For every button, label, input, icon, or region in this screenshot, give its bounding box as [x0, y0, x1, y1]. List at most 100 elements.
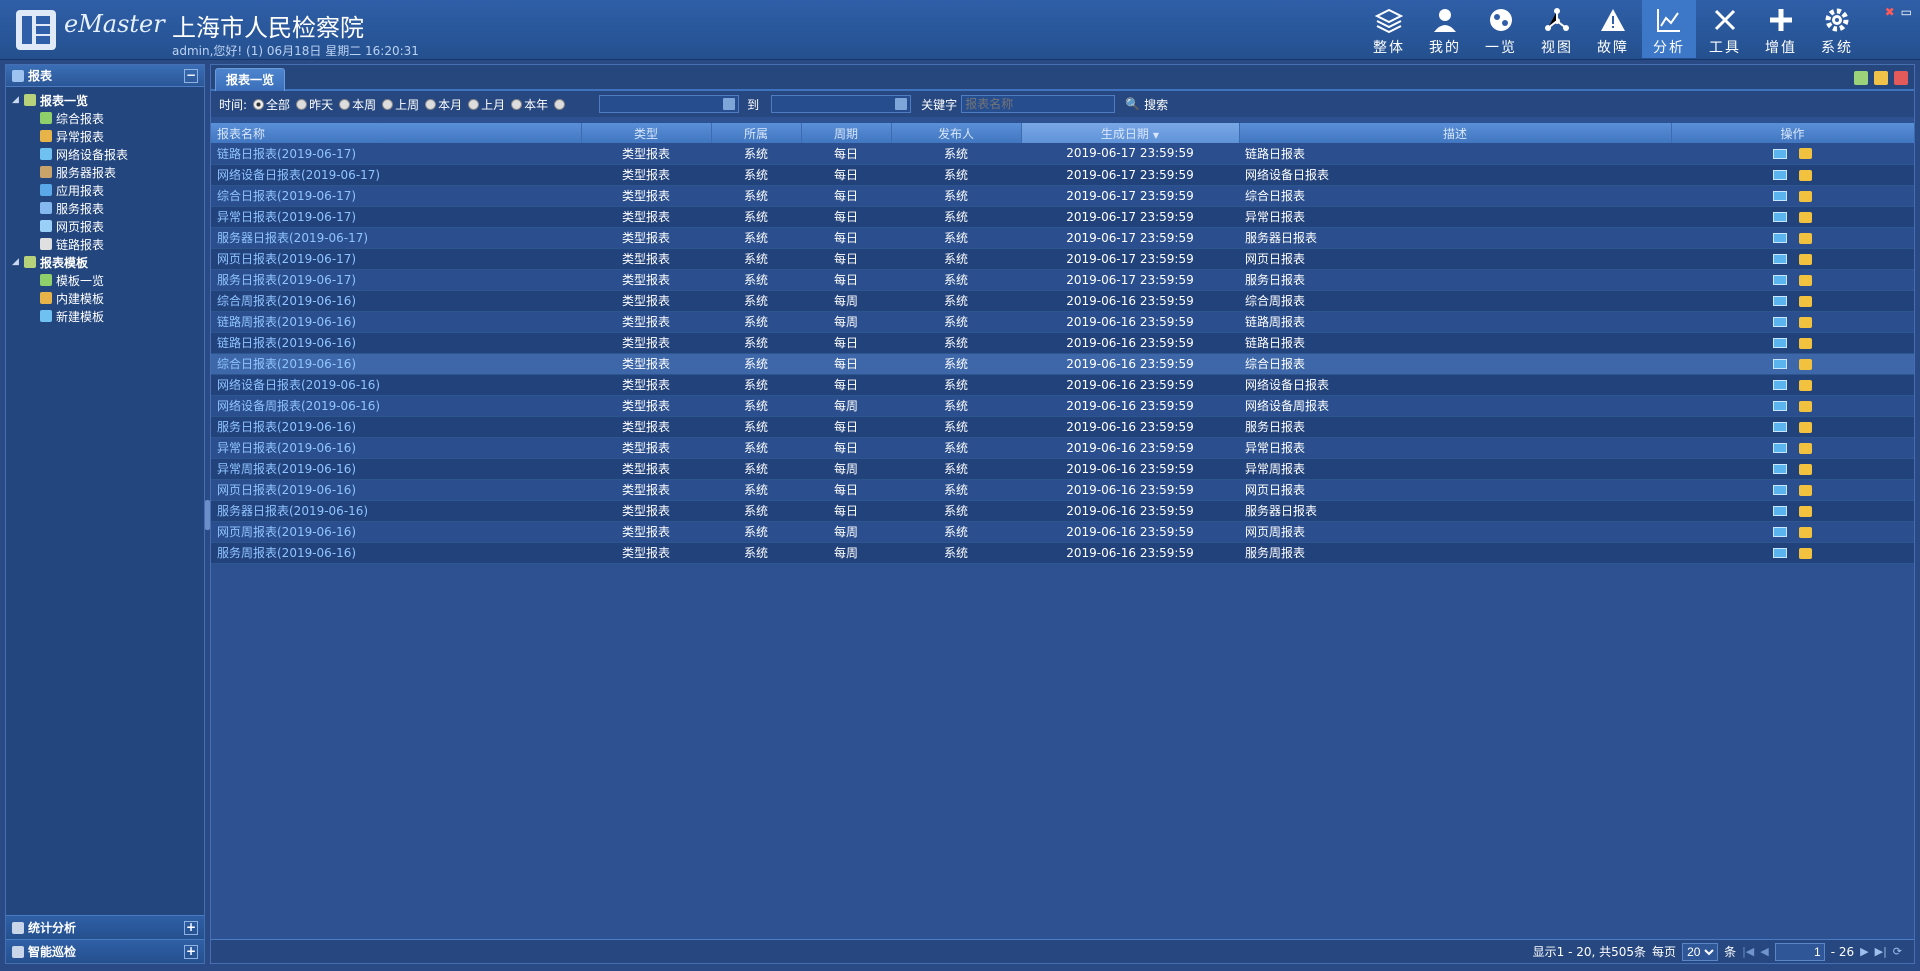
email-icon[interactable]	[1773, 317, 1787, 327]
report-name-link[interactable]: 链路日报表(2019-06-17)	[211, 143, 581, 165]
start-date-input[interactable]	[599, 95, 740, 113]
tree-item[interactable]: 应用报表	[12, 181, 204, 199]
table-row[interactable]: 网络设备周报表(2019-06-16) 类型报表 系统 每周 系统 2019-06-16 …	[211, 395, 1914, 417]
archive-icon[interactable]	[1799, 526, 1812, 538]
tree-item[interactable]: 内建模板	[12, 289, 204, 307]
report-name-link[interactable]: 综合周报表(2019-06-16)	[211, 290, 581, 312]
archive-icon[interactable]	[1799, 148, 1812, 160]
report-name-link[interactable]: 综合日报表(2019-06-17)	[211, 185, 581, 207]
nav-gear[interactable]: 系统	[1810, 0, 1864, 58]
email-icon[interactable]	[1773, 359, 1787, 369]
radio-4[interactable]	[425, 98, 437, 110]
calendar-icon[interactable]	[1894, 71, 1908, 85]
table-row[interactable]: 异常日报表(2019-06-17) 类型报表 系统 每日 系统 2019-06-17 23…	[211, 206, 1914, 228]
report-name-link[interactable]: 异常日报表(2019-06-17)	[211, 206, 581, 228]
expand-button[interactable]: +	[184, 920, 198, 935]
table-row[interactable]: 异常周报表(2019-06-16) 类型报表 系统 每周 系统 2019-06-16 23…	[211, 458, 1914, 480]
report-name-link[interactable]: 网络设备日报表(2019-06-16)	[211, 374, 581, 396]
expand-icon[interactable]: ◢	[12, 95, 24, 105]
report-name-link[interactable]: 服务周报表(2019-06-16)	[211, 542, 581, 564]
accordion-stats[interactable]: 统计分析 +	[6, 915, 204, 939]
minimize-icon[interactable]: ▭	[1901, 6, 1912, 18]
report-name-link[interactable]: 服务日报表(2019-06-16)	[211, 416, 581, 438]
nav-plus[interactable]: 增值	[1754, 0, 1808, 58]
archive-icon[interactable]	[1799, 505, 1812, 517]
search-button[interactable]: 搜索	[1144, 96, 1168, 113]
tree-item[interactable]: 链路报表	[12, 235, 204, 253]
column-header[interactable]: 描述	[1239, 123, 1672, 143]
per-page-select[interactable]: 20	[1682, 942, 1719, 961]
archive-icon[interactable]	[1799, 358, 1812, 370]
column-header[interactable]: 生成日期 ▼	[1021, 123, 1240, 143]
archive-icon[interactable]	[1799, 421, 1812, 433]
archive-icon[interactable]	[1799, 211, 1812, 223]
column-header[interactable]: 发布人	[891, 123, 1022, 143]
expand-icon[interactable]: ◢	[12, 257, 24, 267]
keyword-input[interactable]	[961, 95, 1116, 113]
report-name-link[interactable]: 网页周报表(2019-06-16)	[211, 521, 581, 543]
report-name-link[interactable]: 服务器日报表(2019-06-16)	[211, 500, 581, 522]
last-page-icon[interactable]: ▶|	[1875, 945, 1887, 958]
table-row[interactable]: 服务日报表(2019-06-17) 类型报表 系统 每日 系统 2019-06-17 23…	[211, 269, 1914, 291]
edit-icon[interactable]	[1874, 71, 1888, 85]
tree-item[interactable]: 网络设备报表	[12, 145, 204, 163]
column-header[interactable]: 周期	[801, 123, 892, 143]
end-date-input[interactable]	[771, 95, 912, 113]
prev-page-icon[interactable]: ◀	[1760, 945, 1768, 958]
tree-item[interactable]: 综合报表	[12, 109, 204, 127]
export-chart-icon[interactable]	[1854, 71, 1868, 85]
expand-button[interactable]: +	[184, 944, 198, 959]
radio-1[interactable]	[296, 98, 308, 110]
column-header[interactable]: 所属	[711, 123, 802, 143]
report-name-link[interactable]: 异常日报表(2019-06-16)	[211, 437, 581, 459]
table-row[interactable]: 链路日报表(2019-06-16) 类型报表 系统 每日 系统 2019-06-16 23…	[211, 332, 1914, 354]
archive-icon[interactable]	[1799, 316, 1812, 328]
nav-user[interactable]: 我的	[1418, 0, 1472, 58]
archive-icon[interactable]	[1799, 295, 1812, 307]
archive-icon[interactable]	[1799, 337, 1812, 349]
report-name-link[interactable]: 网络设备周报表(2019-06-16)	[211, 395, 581, 417]
nav-tools[interactable]: 工具	[1698, 0, 1752, 58]
radio-5[interactable]	[468, 98, 480, 110]
first-page-icon[interactable]: |◀	[1742, 945, 1754, 958]
email-icon[interactable]	[1773, 148, 1787, 159]
report-name-link[interactable]: 网络设备日报表(2019-06-17)	[211, 164, 581, 186]
table-row[interactable]: 综合日报表(2019-06-16) 类型报表 系统 每日 系统 2019-06-16 23…	[211, 353, 1914, 375]
email-icon[interactable]	[1773, 485, 1787, 495]
email-icon[interactable]	[1773, 275, 1787, 285]
page-input[interactable]	[1774, 942, 1825, 961]
archive-icon[interactable]	[1799, 190, 1812, 202]
archive-icon[interactable]	[1799, 442, 1812, 454]
report-name-link[interactable]: 服务日报表(2019-06-17)	[211, 269, 581, 291]
radio-2[interactable]	[339, 98, 351, 110]
collapse-button[interactable]: −	[184, 68, 198, 83]
accordion-inspection[interactable]: 智能巡检 +	[6, 939, 204, 963]
email-icon[interactable]	[1773, 296, 1787, 306]
email-icon[interactable]	[1773, 443, 1787, 453]
table-row[interactable]: 网页日报表(2019-06-16) 类型报表 系统 每日 系统 2019-06-16 23…	[211, 479, 1914, 501]
table-row[interactable]: 综合日报表(2019-06-17) 类型报表 系统 每日 系统 2019-06-17 23…	[211, 185, 1914, 207]
column-header[interactable]: 操作	[1671, 123, 1915, 143]
tree-group-group1[interactable]: ◢ 报表一览	[12, 91, 204, 109]
table-row[interactable]: 异常日报表(2019-06-16) 类型报表 系统 每日 系统 2019-06-16 23…	[211, 437, 1914, 459]
archive-icon[interactable]	[1799, 169, 1812, 181]
nav-layers[interactable]: 整体	[1362, 0, 1416, 58]
email-icon[interactable]	[1773, 212, 1787, 222]
email-icon[interactable]	[1773, 380, 1787, 390]
report-name-link[interactable]: 服务器日报表(2019-06-17)	[211, 227, 581, 249]
tree-item[interactable]: 服务报表	[12, 199, 204, 217]
calendar-icon[interactable]	[895, 98, 908, 110]
email-icon[interactable]	[1773, 338, 1787, 348]
table-row[interactable]: 综合周报表(2019-06-16) 类型报表 系统 每周 系统 2019-06-16 23…	[211, 290, 1914, 312]
tree-item[interactable]: 新建模板	[12, 307, 204, 325]
email-icon[interactable]	[1773, 191, 1787, 201]
table-row[interactable]: 服务器日报表(2019-06-16) 类型报表 系统 每日 系统 2019-06-16 2…	[211, 500, 1914, 522]
report-name-link[interactable]: 链路日报表(2019-06-16)	[211, 332, 581, 354]
tab-report-list[interactable]: 报表一览	[215, 68, 286, 91]
archive-icon[interactable]	[1799, 547, 1812, 559]
table-row[interactable]: 服务周报表(2019-06-16) 类型报表 系统 每周 系统 2019-06-16 23…	[211, 542, 1914, 564]
email-icon[interactable]	[1773, 464, 1787, 474]
table-row[interactable]: 服务器日报表(2019-06-17) 类型报表 系统 每日 系统 2019-06-17 2…	[211, 227, 1914, 249]
table-row[interactable]: 链路周报表(2019-06-16) 类型报表 系统 每周 系统 2019-06-16 23…	[211, 311, 1914, 333]
email-icon[interactable]	[1773, 254, 1787, 264]
